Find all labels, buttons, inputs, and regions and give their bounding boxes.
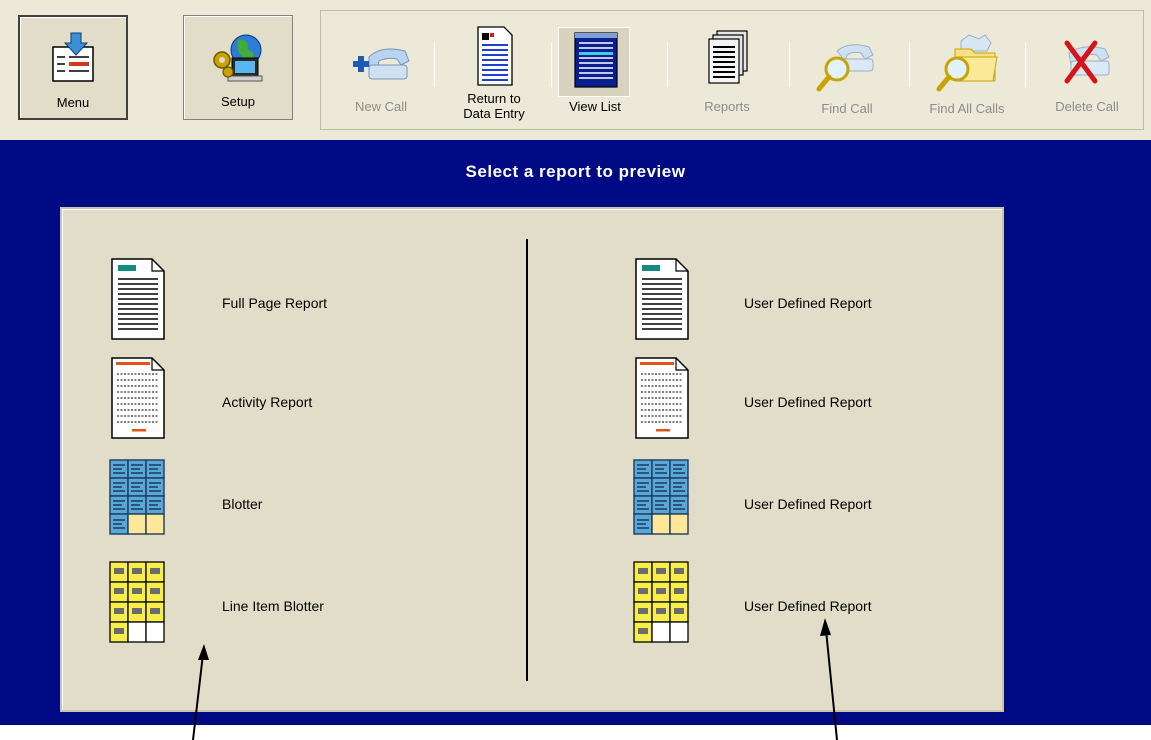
return-to-data-entry-button[interactable]: Return to Data Entry: [439, 11, 549, 129]
toolbar-separator: [789, 43, 790, 87]
report-label[interactable]: Line Item Blotter: [222, 598, 324, 614]
reports-label: Reports: [704, 99, 750, 114]
report-label[interactable]: Full Page Report: [222, 295, 327, 311]
report-label[interactable]: User Defined Report: [744, 496, 872, 512]
data-entry-form-icon: [477, 26, 513, 86]
new-call-button[interactable]: New Call: [331, 11, 431, 129]
blotter-icon[interactable]: [630, 456, 694, 546]
find-all-calls-label: Find All Calls: [929, 101, 1005, 116]
blotter-item[interactable]: Blotter: [106, 456, 526, 546]
toolbar-separator: [667, 43, 668, 87]
report-label[interactable]: User Defined Report: [744, 598, 872, 614]
page-title: Select a report to preview: [465, 162, 686, 181]
find-all-calls-icon: [936, 34, 998, 92]
toolbar-group: New Call Return to Data Entry View List …: [320, 10, 1144, 130]
find-call-label: Find Call: [821, 101, 873, 116]
setup-icon: [213, 34, 263, 82]
line-item-blotter-icon[interactable]: [106, 558, 170, 648]
return-label-line1: Return to: [467, 91, 521, 106]
report-label[interactable]: User Defined Report: [744, 394, 872, 410]
annotation-arrow-left: [192, 644, 209, 740]
menu-icon: [52, 32, 94, 82]
toolbar: Menu Setup New Call Return to Data Entry…: [0, 0, 1151, 140]
reports-button[interactable]: Reports: [681, 11, 773, 129]
new-call-icon: [353, 48, 410, 80]
activity-report-icon[interactable]: [106, 354, 170, 444]
view-list-button[interactable]: View List: [553, 11, 637, 129]
new-call-label: New Call: [354, 99, 407, 114]
delete-call-button[interactable]: Delete Call: [1035, 11, 1139, 129]
toolbar-separator: [909, 43, 910, 87]
setup-button[interactable]: Setup: [183, 15, 293, 120]
reports-icon: [708, 30, 748, 84]
user-defined-report-item[interactable]: User Defined Report: [630, 354, 1050, 444]
column-divider: [526, 239, 528, 681]
delete-call-label: Delete Call: [1055, 99, 1119, 114]
full-page-report-icon[interactable]: [630, 255, 694, 345]
user-defined-report-item[interactable]: User Defined Report: [630, 255, 1050, 345]
full-page-report-icon[interactable]: [106, 255, 170, 345]
toolbar-separator: [551, 43, 552, 87]
menu-label: Menu: [56, 95, 90, 110]
view-list-label: View List: [569, 99, 621, 114]
find-all-calls-button[interactable]: Find All Calls: [915, 11, 1019, 129]
report-label[interactable]: User Defined Report: [744, 295, 872, 311]
view-list-icon: [574, 32, 618, 88]
delete-call-icon: [1064, 40, 1110, 84]
report-label[interactable]: Activity Report: [222, 394, 312, 410]
setup-label: Setup: [221, 94, 255, 109]
activity-report-item[interactable]: Activity Report: [106, 354, 526, 444]
full-page-report-item[interactable]: Full Page Report: [106, 255, 526, 345]
annotation-arrow-right: [820, 618, 838, 740]
report-label[interactable]: Blotter: [222, 496, 262, 512]
toolbar-separator: [1025, 43, 1026, 87]
user-defined-report-item[interactable]: User Defined Report: [630, 456, 1050, 546]
line-item-blotter-icon[interactable]: [630, 558, 694, 648]
activity-report-icon[interactable]: [630, 354, 694, 444]
toolbar-separator: [434, 43, 435, 87]
report-selection-area: Select a report to preview Full Page Rep…: [0, 140, 1151, 725]
find-call-button[interactable]: Find Call: [801, 11, 893, 129]
blotter-icon[interactable]: [106, 456, 170, 546]
report-panel: Full Page Report Activity Report Blotter…: [60, 207, 1004, 712]
menu-button[interactable]: Menu: [18, 15, 128, 120]
return-label-line2: Data Entry: [463, 106, 525, 121]
line-item-blotter-item[interactable]: Line Item Blotter: [106, 558, 526, 648]
find-call-icon: [816, 44, 874, 92]
